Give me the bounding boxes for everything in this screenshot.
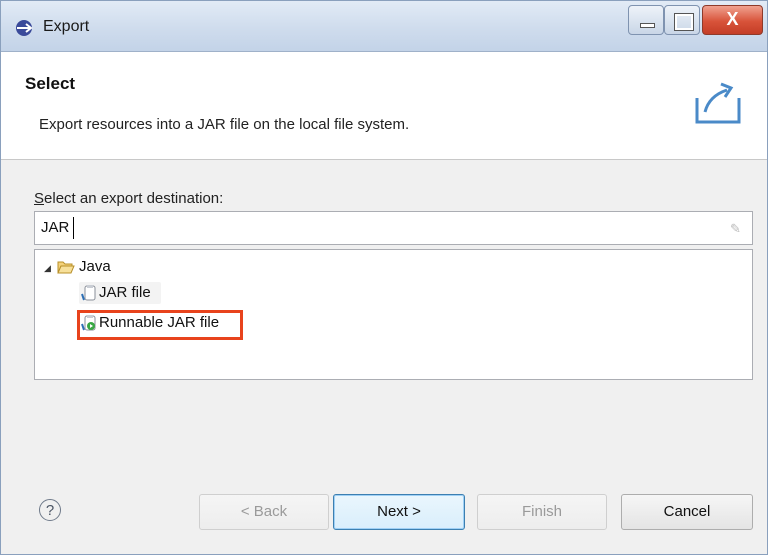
tree-folder-java[interactable]: Java [79,258,111,275]
back-button[interactable]: < Back [199,494,329,530]
page-title: Select [25,74,76,93]
jar-file-icon [81,285,96,301]
maximize-button[interactable] [664,5,700,35]
wizard-header: Select Export resources into a JAR file … [1,52,767,160]
filter-input[interactable]: JAR ✎ [34,211,753,245]
destination-label-text: elect an export destination: [44,190,224,207]
window-title: Export [43,18,90,35]
help-icon[interactable]: ? [39,499,61,521]
cancel-button[interactable]: Cancel [621,494,753,530]
text-caret [73,217,74,239]
tree-item-jar-file-label: JAR file [99,284,151,301]
minimize-icon [640,23,655,28]
page-description: Export resources into a JAR file on the … [39,116,410,133]
export-dialog: Export X Select Export resources into a … [0,0,768,555]
destination-label-mnemonic: S [34,190,45,207]
clear-filter-icon[interactable]: ✎ [730,221,744,236]
maximize-icon [674,13,694,31]
close-icon: X [726,9,739,29]
wizard-body: Select an export destination: JAR ✎ ◢ Ja… [1,160,767,554]
destination-label: Select an export destination: [34,190,223,207]
export-icon [16,20,33,36]
collapse-arrow-icon[interactable]: ◢ [44,263,51,274]
highlight-annotation [77,310,243,340]
title-bar[interactable]: Export X [1,1,767,52]
next-button[interactable]: Next > [333,494,465,530]
finish-button[interactable]: Finish [477,494,607,530]
folder-open-icon [57,261,75,274]
export-wizard-icon [695,82,741,124]
minimize-button[interactable] [628,5,664,35]
close-button[interactable]: X [702,5,763,35]
filter-value: JAR [41,219,70,236]
